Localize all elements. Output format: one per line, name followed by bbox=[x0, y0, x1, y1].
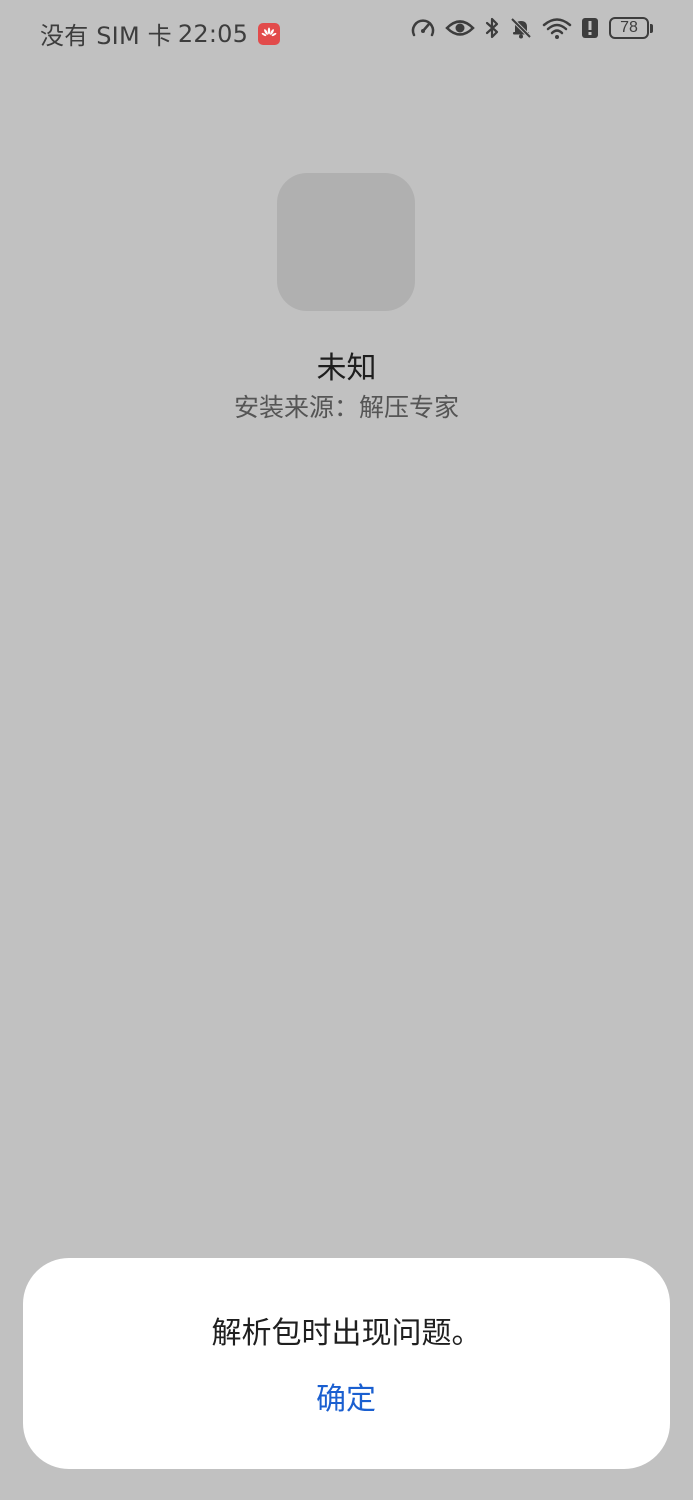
status-left: 没有 SIM 卡 22:05 bbox=[40, 16, 281, 51]
bell-off-icon bbox=[509, 16, 533, 40]
eye-icon bbox=[445, 17, 475, 39]
wifi-icon bbox=[542, 16, 572, 40]
confirm-button[interactable]: 确定 bbox=[246, 1370, 446, 1430]
status-bar: 没有 SIM 卡 22:05 78 bbox=[0, 0, 693, 68]
battery-level: 78 bbox=[609, 17, 649, 39]
carrier-label: 没有 SIM 卡 bbox=[40, 22, 172, 50]
battery-icon: 78 bbox=[609, 17, 653, 39]
app-icon bbox=[277, 173, 415, 311]
status-right: 78 bbox=[401, 16, 653, 40]
app-name: 未知 bbox=[316, 351, 377, 386]
speedometer-icon bbox=[410, 16, 436, 40]
battery-tip bbox=[650, 23, 653, 33]
error-dialog: 解析包时出现问题。 确定 bbox=[23, 1258, 670, 1469]
clock: 22:05 bbox=[177, 19, 249, 48]
bluetooth-icon bbox=[484, 16, 500, 40]
alert-icon bbox=[581, 17, 599, 39]
install-source: 安装来源：解压专家 bbox=[233, 393, 459, 422]
dialog-message: 解析包时出现问题。 bbox=[211, 1316, 482, 1351]
huawei-app-icon bbox=[258, 22, 281, 45]
